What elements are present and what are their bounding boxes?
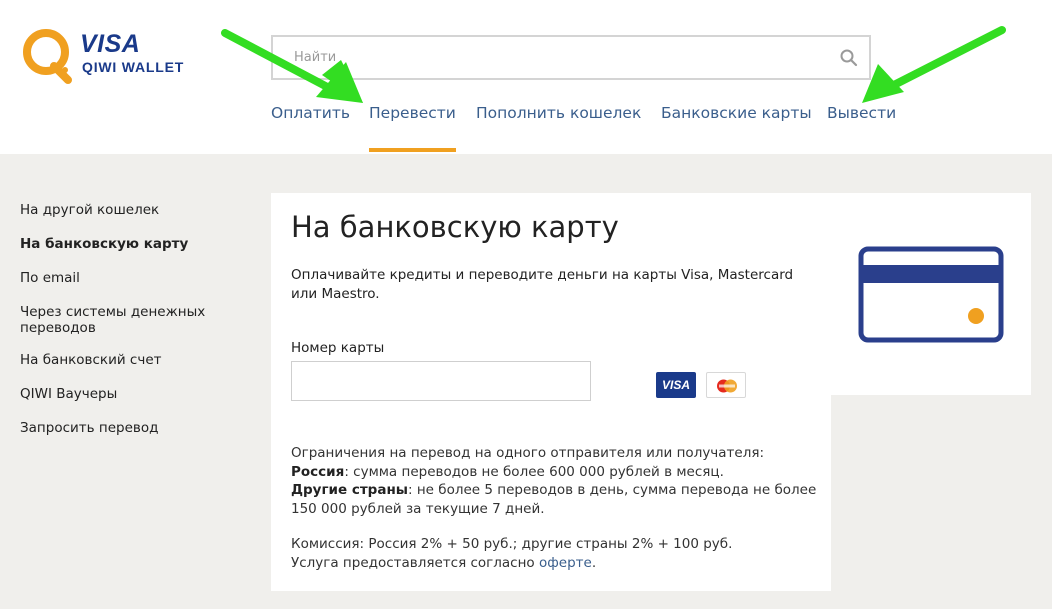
visa-logo-icon: VISA bbox=[656, 372, 696, 398]
card-number-label: Номер карты bbox=[291, 340, 385, 356]
sidebar-item-bank-card[interactable]: На банковскую карту bbox=[20, 236, 240, 252]
limits-russia-text: : сумма переводов не более 600 000 рубле… bbox=[344, 463, 724, 480]
sidebar-item-request-transfer[interactable]: Запросить перевод bbox=[20, 420, 240, 436]
card-number-input[interactable] bbox=[291, 361, 591, 401]
sidebar-item-bank-account[interactable]: На банковский счет bbox=[20, 352, 240, 368]
sidebar-item-money-transfer-systems[interactable]: Через системы денежных переводов bbox=[20, 304, 220, 336]
commission-info: Комиссия: Россия 2% + 50 руб.; другие ст… bbox=[291, 535, 821, 572]
offer-suffix: . bbox=[591, 554, 597, 571]
offer-link[interactable]: оферте bbox=[539, 555, 592, 571]
arrow-to-withdraw-icon bbox=[862, 26, 1006, 103]
page-title: На банковскую карту bbox=[291, 210, 619, 244]
page-description: Оплачивайте кредиты и переводите деньги … bbox=[291, 267, 794, 302]
limits-russia-label: Россия bbox=[291, 463, 345, 480]
sidebar-item-other-wallet[interactable]: На другой кошелек bbox=[20, 202, 240, 218]
limits-title: Ограничения на перевод на одного отправи… bbox=[291, 445, 765, 461]
offer-line: Услуга предоставляется согласно оферте. bbox=[291, 554, 821, 573]
annotation-arrows bbox=[221, 26, 1006, 103]
sidebar-item-email[interactable]: По email bbox=[20, 270, 240, 286]
transfer-limits: Ограничения на перевод на одного отправи… bbox=[291, 444, 821, 518]
commission-text: Комиссия: Россия 2% + 50 руб.; другие ст… bbox=[291, 536, 733, 552]
mastercard-logo-icon bbox=[706, 372, 746, 398]
bank-card-icon bbox=[858, 246, 1004, 343]
arrow-to-transfer-icon bbox=[221, 29, 363, 103]
offer-prefix: Услуга предоставляется согласно bbox=[291, 554, 539, 571]
limits-other-label: Другие страны bbox=[291, 482, 408, 498]
limits-russia: Россия: сумма переводов не более 600 000… bbox=[291, 463, 821, 482]
sidebar-item-qiwi-vouchers[interactable]: QIWI Ваучеры bbox=[20, 386, 240, 402]
limits-other: Другие страны: не более 5 переводов в де… bbox=[291, 481, 821, 518]
